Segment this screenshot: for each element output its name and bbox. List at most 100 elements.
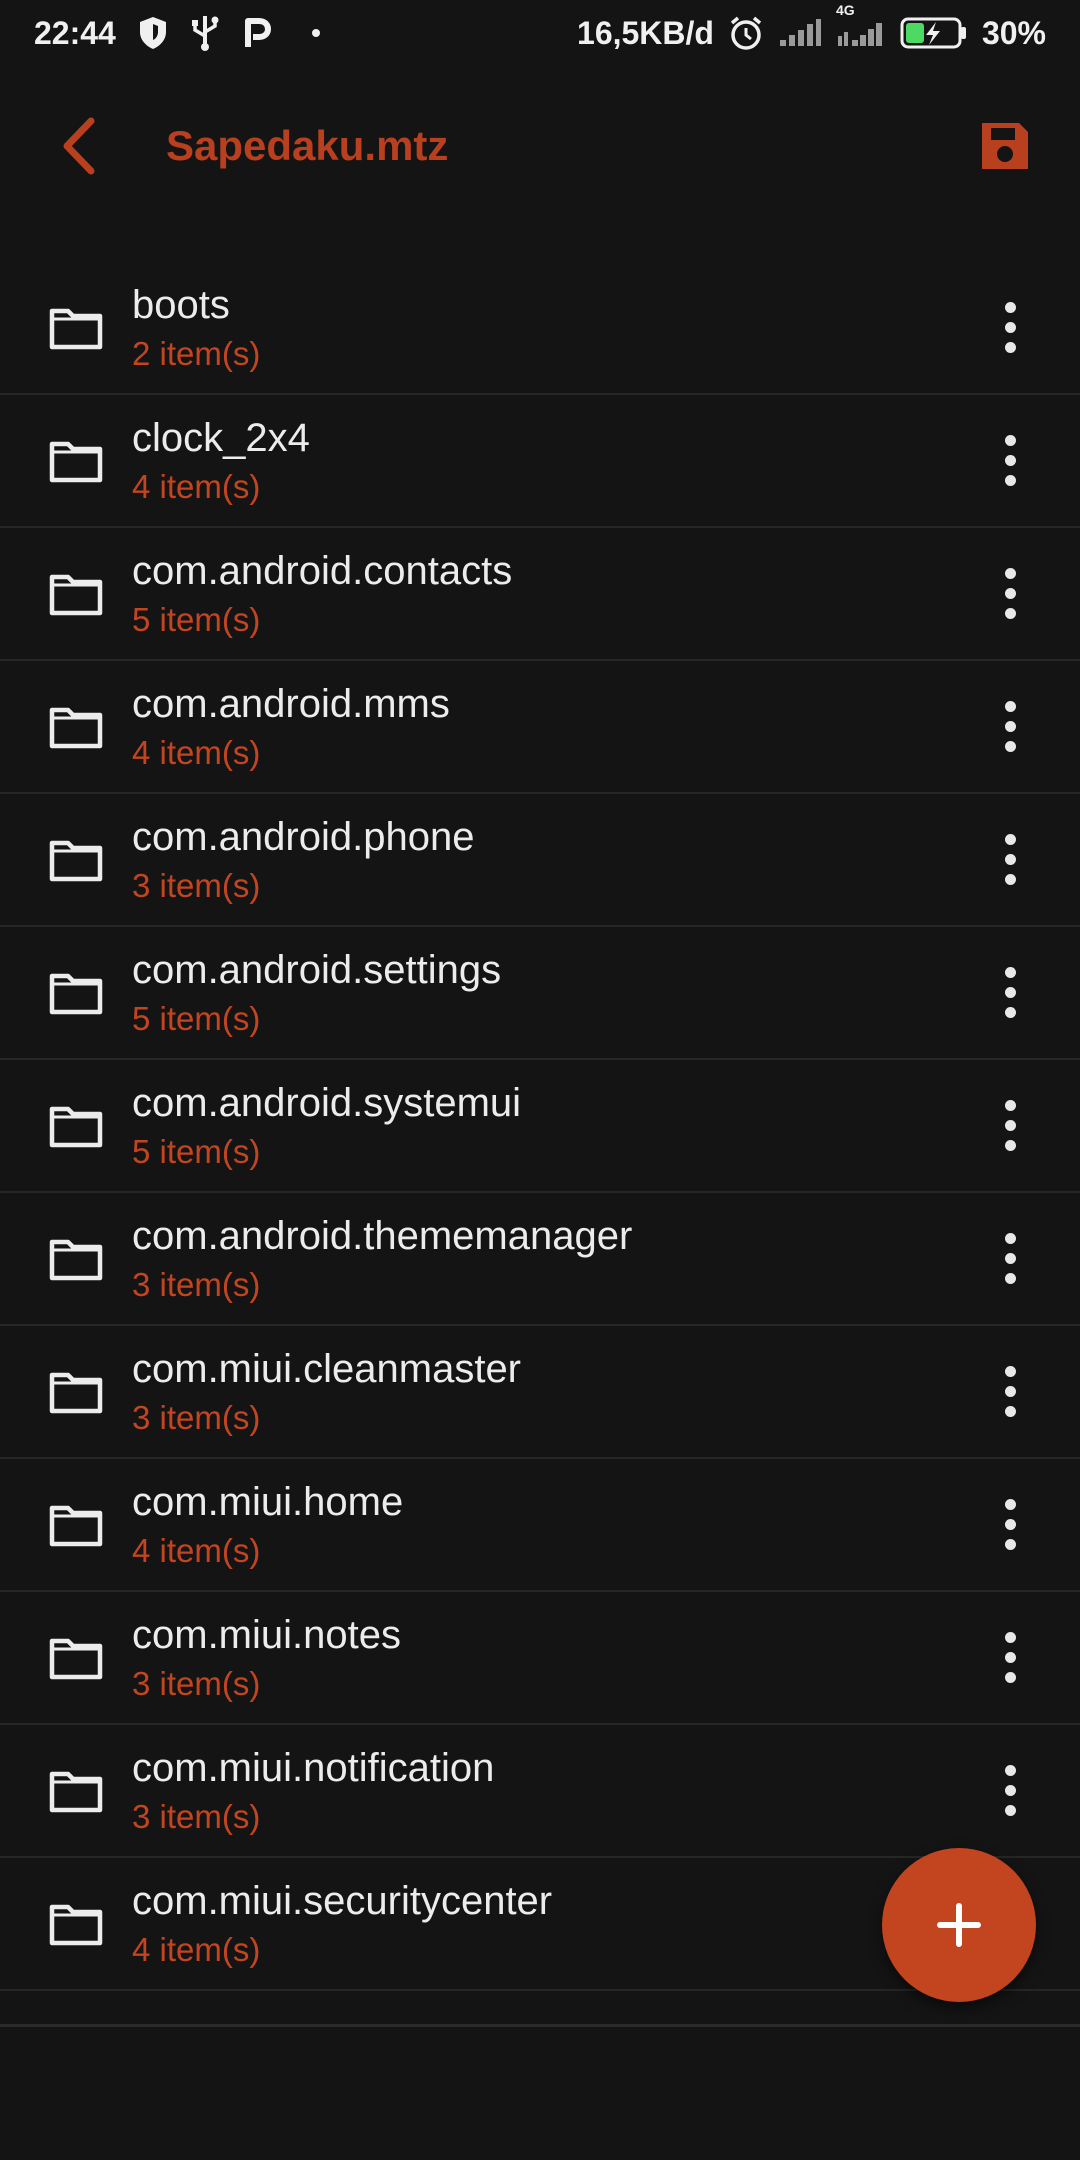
dot-icon: [1004, 741, 1016, 752]
more-options-button[interactable]: [990, 953, 1030, 1033]
dot-icon: [1004, 701, 1016, 712]
dot-icon: [1004, 1632, 1016, 1643]
folder-text: com.android.systemui 5 item(s): [132, 1079, 521, 1173]
more-options-button[interactable]: [990, 288, 1030, 368]
page-title: Sapedaku.mtz: [166, 122, 449, 169]
folder-icon: [48, 1497, 104, 1553]
dot-icon: [1004, 1765, 1016, 1776]
folder-item-count: 4 item(s): [132, 1930, 261, 1968]
dot-icon: [1004, 1233, 1016, 1244]
dot-icon: [1004, 568, 1016, 579]
alarm-icon: [728, 15, 764, 51]
more-options-button[interactable]: [990, 1352, 1030, 1432]
folder-row[interactable]: com.miui.cleanmaster 3 item(s): [0, 1326, 1080, 1459]
folder-text: com.miui.securitycenter 4 item(s): [132, 1877, 552, 1971]
shield-icon: [138, 16, 168, 50]
folder-name: com.android.contacts: [132, 548, 513, 593]
folder-text: boots 2 item(s): [132, 281, 260, 375]
app-bar: Sapedaku.mtz: [0, 66, 1080, 226]
more-options-button[interactable]: [990, 421, 1030, 501]
folder-row[interactable]: com.miui.home 4 item(s): [0, 1459, 1080, 1592]
dot-icon: [1004, 1539, 1016, 1550]
folder-name: clock_2x4: [132, 415, 310, 460]
folder-item-count: 5 item(s): [132, 600, 261, 638]
folder-name: com.miui.home: [132, 1479, 404, 1524]
folder-row[interactable]: clock_2x4 4 item(s): [0, 395, 1080, 528]
signal-icon: [778, 18, 822, 48]
net-speed: 16,5KB/d: [577, 14, 714, 51]
more-options-button[interactable]: [990, 1086, 1030, 1166]
dot-icon: [1004, 1672, 1016, 1683]
more-options-button[interactable]: [990, 1618, 1030, 1698]
folder-row[interactable]: com.miui.notes 3 item(s): [0, 1592, 1080, 1725]
folder-icon: [48, 1364, 104, 1420]
folder-name: com.miui.cleanmaster: [132, 1346, 522, 1391]
folder-list[interactable]: boots 2 item(s) clock_2x4 4 item(s) com.…: [0, 262, 1080, 2024]
folder-name: com.miui.notification: [132, 1745, 495, 1790]
folder-text: com.android.phone 3 item(s): [132, 813, 474, 907]
more-options-button[interactable]: [990, 1751, 1030, 1831]
folder-text: com.miui.cleanmaster 3 item(s): [132, 1345, 521, 1439]
folder-item-count: 4 item(s): [132, 467, 261, 505]
back-button[interactable]: [34, 101, 124, 191]
dot-icon: [1004, 721, 1016, 732]
dot-icon: [1004, 1406, 1016, 1417]
add-fab-button[interactable]: [882, 1848, 1036, 2002]
dot-icon: [1004, 435, 1016, 446]
more-options-button[interactable]: [990, 1219, 1030, 1299]
dot-icon: [1004, 967, 1016, 978]
bottom-bar: [0, 2024, 1080, 2160]
folder-row[interactable]: com.android.contacts 5 item(s): [0, 528, 1080, 661]
folder-icon: [48, 566, 104, 622]
dot-icon: [1004, 588, 1016, 599]
dot-icon: [1004, 1100, 1016, 1111]
folder-name: boots: [132, 282, 230, 327]
folder-row[interactable]: com.android.systemui 5 item(s): [0, 1060, 1080, 1193]
folder-text: com.android.mms 4 item(s): [132, 680, 450, 774]
folder-row[interactable]: com.miui.notification 3 item(s): [0, 1725, 1080, 1858]
more-options-button[interactable]: [990, 554, 1030, 634]
dot-icon: [1004, 608, 1016, 619]
folder-icon: [48, 1231, 104, 1287]
folder-item-count: 5 item(s): [132, 999, 261, 1037]
folder-row[interactable]: com.android.settings 5 item(s): [0, 927, 1080, 1060]
folder-icon: [48, 832, 104, 888]
dot-icon: [1004, 475, 1016, 486]
dot-icon: [1004, 1140, 1016, 1151]
battery-level: 30%: [981, 14, 1046, 51]
folder-item-count: 3 item(s): [132, 1664, 261, 1702]
usb-icon: [190, 14, 220, 52]
folder-row[interactable]: boots 2 item(s): [0, 262, 1080, 395]
folder-name: com.android.thememanager: [132, 1213, 633, 1258]
dot-icon: [1004, 987, 1016, 998]
dot-icon: [1004, 455, 1016, 466]
folder-icon: [48, 1098, 104, 1154]
folder-icon: [48, 1763, 104, 1819]
folder-name: com.miui.notes: [132, 1612, 401, 1657]
folder-name: com.android.settings: [132, 947, 502, 992]
folder-row[interactable]: com.android.phone 3 item(s): [0, 794, 1080, 927]
more-options-button[interactable]: [990, 820, 1030, 900]
folder-row[interactable]: com.android.thememanager 3 item(s): [0, 1193, 1080, 1326]
dot-icon: [1004, 1253, 1016, 1264]
more-options-button[interactable]: [990, 687, 1030, 767]
dot-icon: [1004, 854, 1016, 865]
save-button[interactable]: [960, 101, 1050, 191]
dot-icon: [1004, 874, 1016, 885]
dot-icon: [1004, 1386, 1016, 1397]
status-bar: 22:44 16,5KB/d 4G 30%: [0, 0, 1080, 66]
folder-row[interactable]: com.android.mms 4 item(s): [0, 661, 1080, 794]
folder-name: com.android.systemui: [132, 1080, 522, 1125]
more-options-button[interactable]: [990, 1485, 1030, 1565]
folder-item-count: 3 item(s): [132, 866, 261, 904]
folder-item-count: 3 item(s): [132, 1265, 261, 1303]
dot-icon: [1004, 1499, 1016, 1510]
dot-icon: [1004, 342, 1016, 353]
dot-icon: [1004, 1785, 1016, 1796]
folder-icon: [48, 1630, 104, 1686]
folder-item-count: 4 item(s): [132, 1531, 261, 1569]
folder-text: com.miui.home 4 item(s): [132, 1478, 403, 1572]
dot-icon: [1004, 1519, 1016, 1530]
dot-icon: [1004, 1120, 1016, 1131]
p-app-icon: [242, 17, 272, 49]
